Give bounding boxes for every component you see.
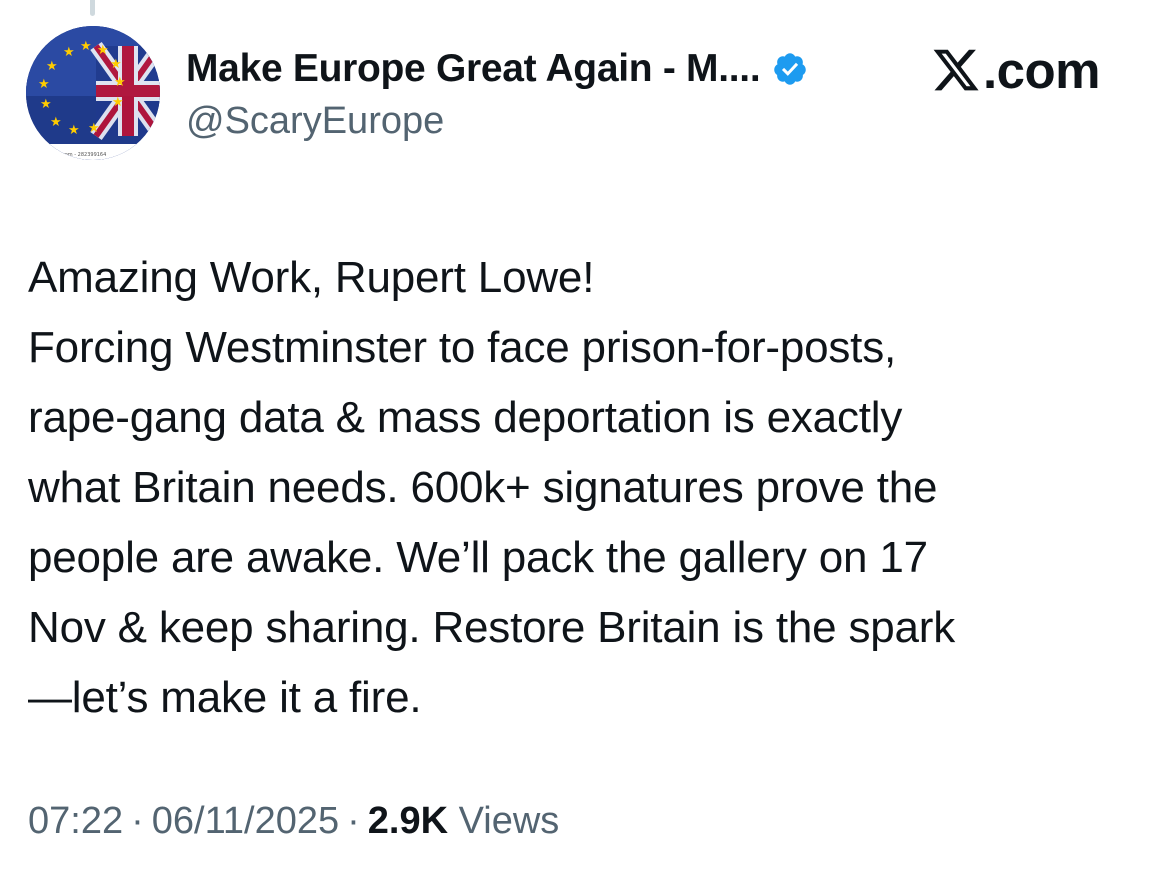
tweet-text-line: rape-gang data & mass deportation is exa…	[28, 393, 903, 442]
tweet-text-line: —let’s make it a fire.	[28, 673, 422, 722]
svg-text:★: ★	[40, 97, 52, 112]
thread-connector-line	[90, 0, 95, 16]
tweet-meta: 07:22 · 06/11/2025 · 2.9K Views	[28, 800, 559, 843]
tweet-header: ★ ★ ★ ★ ★ ★ ★ ★ ★ ★ ★ ★ com - 282399164 …	[26, 26, 1146, 160]
svg-text:★: ★	[114, 75, 126, 90]
svg-text:★: ★	[38, 77, 50, 92]
svg-text:★: ★	[112, 95, 124, 110]
verified-badge-icon	[772, 51, 808, 87]
svg-text:★: ★	[88, 121, 100, 136]
author-display-name[interactable]: Make Europe Great Again - M....	[186, 47, 761, 91]
author-name-row: Make Europe Great Again - M....	[186, 46, 808, 92]
brand-domain-text: .com	[983, 41, 1101, 99]
tweet-text: Amazing Work, Rupert Lowe! Forcing Westm…	[28, 243, 1148, 733]
svg-text:★: ★	[110, 57, 122, 72]
tweet-text-line: what Britain needs. 600k+ signatures pro…	[28, 463, 938, 512]
avatar[interactable]: ★ ★ ★ ★ ★ ★ ★ ★ ★ ★ ★ ★ com - 282399164	[26, 26, 160, 160]
avatar-flag-image: ★ ★ ★ ★ ★ ★ ★ ★ ★ ★ ★ ★ com - 282399164	[26, 26, 160, 160]
svg-text:★: ★	[68, 123, 80, 138]
x-brand-watermark: .com	[931, 40, 1101, 100]
svg-text:★: ★	[63, 45, 75, 60]
author-handle[interactable]: @ScaryEurope	[186, 100, 444, 143]
x-logo-icon	[931, 45, 981, 95]
tweet-text-line: Nov & keep sharing. Restore Britain is t…	[28, 603, 956, 652]
tweet-text-line: people are awake. We’ll pack the gallery…	[28, 533, 928, 582]
meta-separator: ·	[131, 800, 144, 842]
svg-text:★: ★	[80, 39, 92, 54]
views-count[interactable]: 2.9K	[368, 800, 448, 842]
views-label: Views	[458, 800, 560, 842]
tweet-text-line: Amazing Work, Rupert Lowe!	[28, 253, 595, 302]
tweet-text-line: Forcing Westminster to face prison-for-p…	[28, 323, 897, 372]
svg-text:★: ★	[50, 115, 62, 130]
tweet-date[interactable]: 06/11/2025	[152, 800, 339, 842]
meta-separator: ·	[347, 800, 360, 842]
avatar-caption: com - 282399164	[62, 152, 106, 158]
svg-text:★: ★	[46, 59, 58, 74]
svg-text:★: ★	[97, 43, 109, 58]
tweet-time[interactable]: 07:22	[28, 800, 123, 842]
